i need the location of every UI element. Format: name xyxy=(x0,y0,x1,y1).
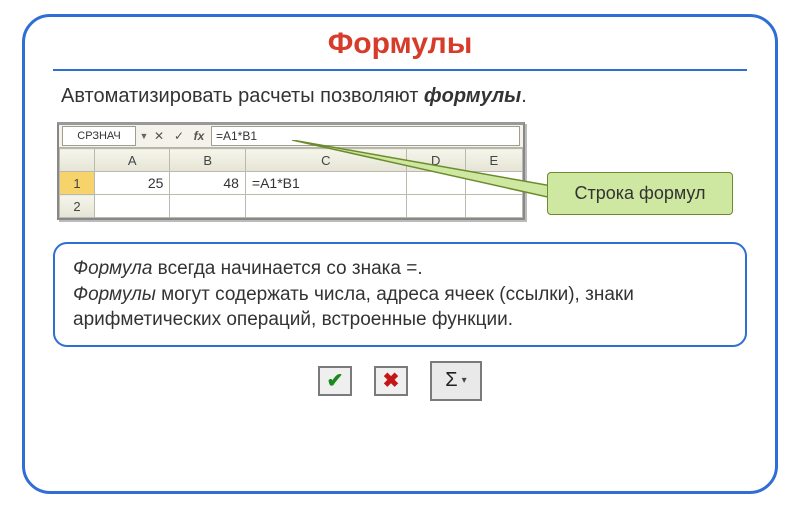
fx-icon: fx xyxy=(189,129,209,143)
sigma-icon: Σ xyxy=(445,369,457,392)
cell-e1 xyxy=(465,172,522,195)
autosum-button[interactable]: Σ ▾ xyxy=(430,361,482,401)
col-header: E xyxy=(465,149,522,172)
formula-input: =A1*B1 xyxy=(211,126,520,146)
infobox-text-2: могут содержать числа, адреса ячеек (ссы… xyxy=(73,284,634,331)
accept-button[interactable]: ✔ xyxy=(318,366,352,396)
col-header: B xyxy=(170,149,245,172)
cell-c1-editing: =A1*B1 xyxy=(245,172,406,195)
col-header: C xyxy=(245,149,406,172)
cell xyxy=(465,195,522,218)
formula-bar: СРЗНАЧ ▼ ✕ ✓ fx =A1*B1 xyxy=(59,125,523,148)
intro-end: . xyxy=(521,85,527,107)
infobox-text-1: всегда начинается со знака =. xyxy=(152,258,422,279)
bottom-icon-row: ✔ ✖ Σ ▾ xyxy=(53,361,747,401)
table-row: 2 xyxy=(60,195,523,218)
cancel-icon: ✕ xyxy=(149,129,169,143)
check-icon: ✔ xyxy=(327,368,344,393)
cell-a1: 25 xyxy=(95,172,170,195)
dropdown-icon: ▾ xyxy=(462,375,467,386)
row-header: 1 xyxy=(60,172,95,195)
enter-icon: ✓ xyxy=(169,129,189,143)
infobox-keyword-1: Формула xyxy=(73,258,152,279)
spreadsheet-wrapper: СРЗНАЧ ▼ ✕ ✓ fx =A1*B1 A B C D E 1 25 xyxy=(57,122,747,220)
cell-b1: 48 xyxy=(170,172,245,195)
grid-table: A B C D E 1 25 48 =A1*B1 2 xyxy=(59,148,523,218)
cell xyxy=(406,195,465,218)
header-row: A B C D E xyxy=(60,149,523,172)
cell xyxy=(245,195,406,218)
callout-formula-bar-label: Строка формул xyxy=(547,172,733,215)
slide-container: Формулы Автоматизировать расчеты позволя… xyxy=(22,14,778,494)
cell xyxy=(95,195,170,218)
info-box: Формула всегда начинается со знака =. Фо… xyxy=(53,242,747,347)
corner-cell xyxy=(60,149,95,172)
cell-d1 xyxy=(406,172,465,195)
name-box-dropdown-icon: ▼ xyxy=(139,131,149,141)
reject-button[interactable]: ✖ xyxy=(374,366,408,396)
table-row: 1 25 48 =A1*B1 xyxy=(60,172,523,195)
cell xyxy=(170,195,245,218)
infobox-keyword-2: Формулы xyxy=(73,284,156,305)
slide-title: Формулы xyxy=(53,27,747,71)
intro-keyword: формулы xyxy=(424,85,521,107)
spreadsheet-mock: СРЗНАЧ ▼ ✕ ✓ fx =A1*B1 A B C D E 1 25 xyxy=(57,122,525,220)
row-header: 2 xyxy=(60,195,95,218)
col-header: A xyxy=(95,149,170,172)
intro-plain: Автоматизировать расчеты позволяют xyxy=(61,85,424,107)
cross-icon: ✖ xyxy=(383,368,400,393)
name-box: СРЗНАЧ xyxy=(62,126,136,146)
intro-text: Автоматизировать расчеты позволяют форму… xyxy=(61,85,747,108)
col-header: D xyxy=(406,149,465,172)
